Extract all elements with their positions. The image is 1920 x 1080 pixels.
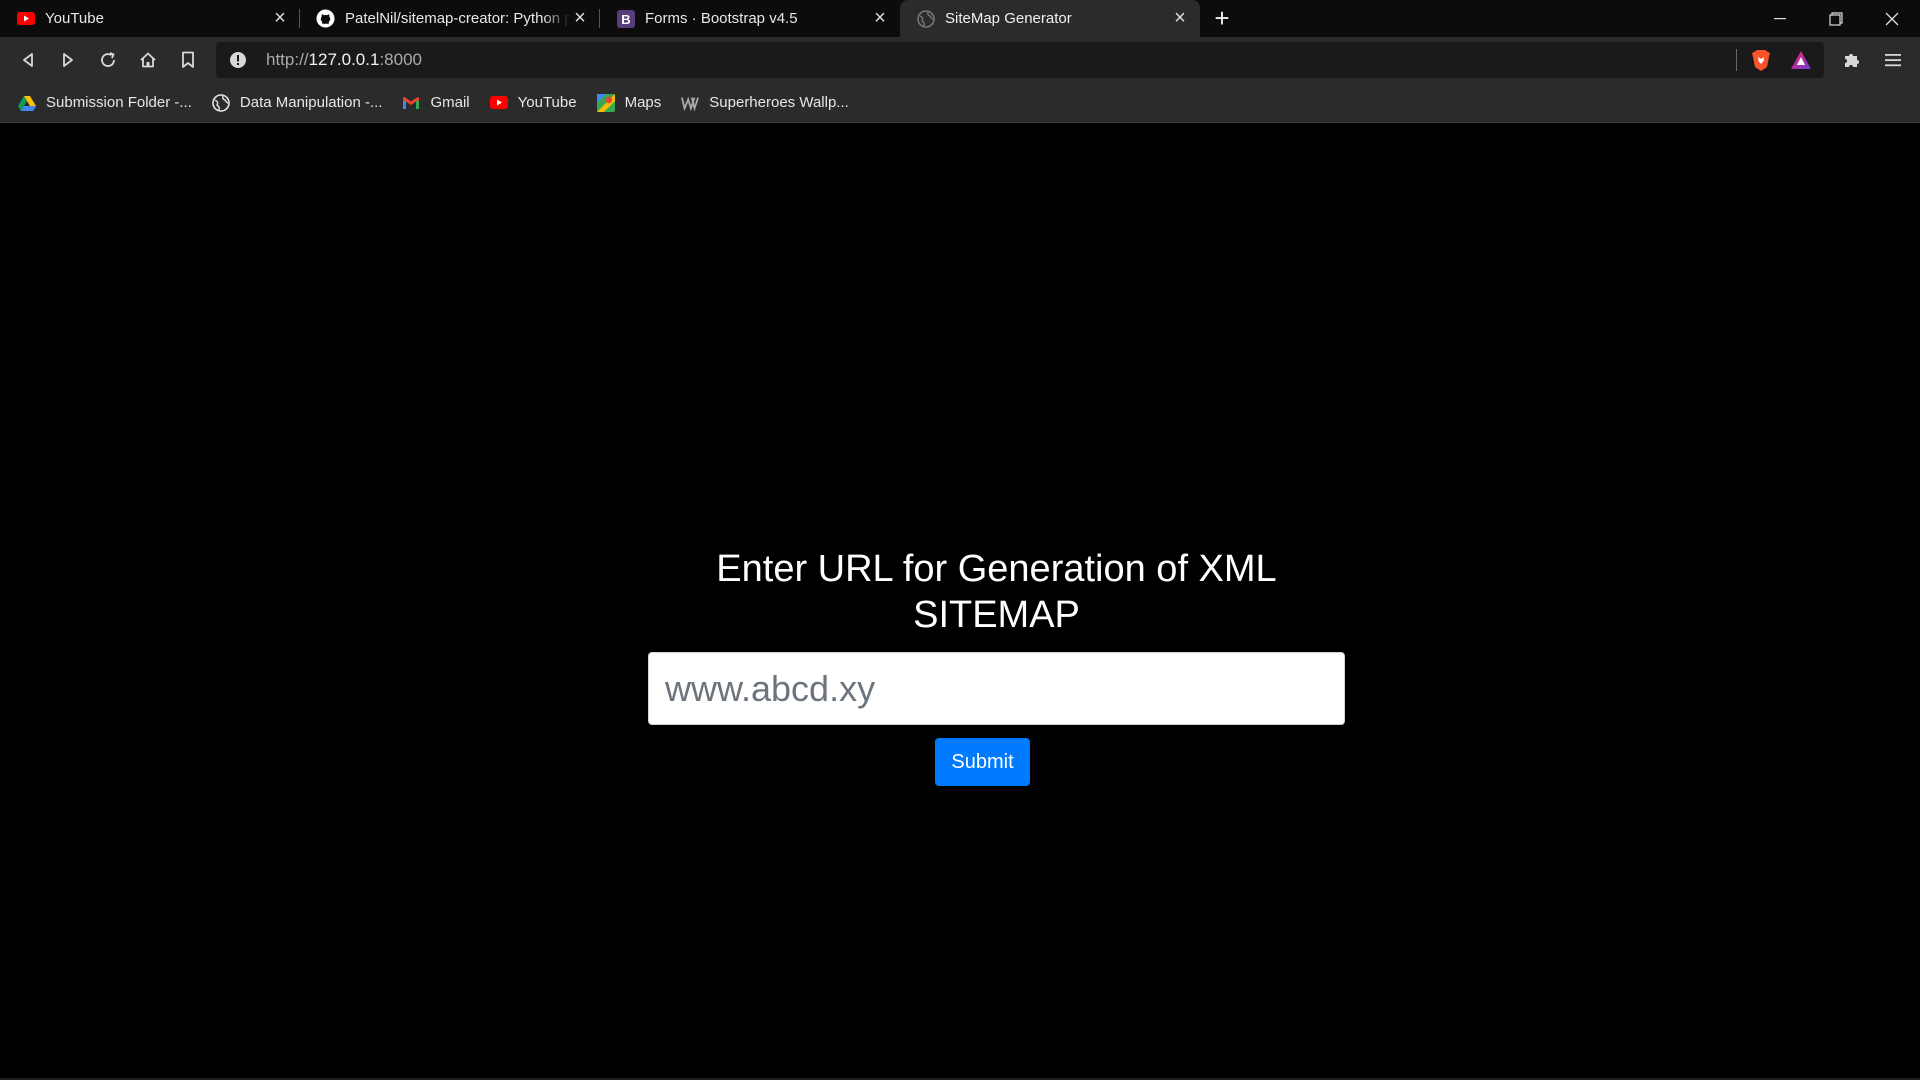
tab-title: SiteMap Generator bbox=[945, 10, 1072, 27]
sitemap-form: Enter URL for Generation of XML SITEMAP … bbox=[648, 547, 1345, 787]
bookmark-label: Data Manipulation -... bbox=[239, 94, 383, 111]
google-drive-icon bbox=[18, 94, 36, 112]
tab-title: YouTube bbox=[45, 10, 104, 27]
close-tab-icon[interactable]: × bbox=[570, 7, 590, 29]
url-host: 127.0.0.1 bbox=[308, 50, 380, 69]
window-controls bbox=[1752, 0, 1920, 37]
bookmark-maps[interactable]: Maps bbox=[596, 93, 662, 112]
github-icon bbox=[316, 9, 335, 28]
youtube-icon bbox=[16, 9, 35, 28]
forward-button[interactable] bbox=[48, 41, 88, 79]
close-tab-icon[interactable]: × bbox=[1170, 7, 1190, 29]
back-icon bbox=[23, 53, 33, 67]
new-tab-button[interactable]: + bbox=[1200, 0, 1244, 37]
bookmark-data-manipulation[interactable]: Data Manipulation -... bbox=[212, 93, 383, 112]
bookmark-label: YouTube bbox=[517, 94, 577, 111]
tab-youtube[interactable]: YouTube × bbox=[0, 0, 300, 37]
brave-shields-icon[interactable] bbox=[1748, 47, 1774, 73]
bookmark-label: Maps bbox=[624, 94, 662, 111]
youtube-icon bbox=[489, 94, 508, 112]
page-title: Enter URL for Generation of XML SITEMAP bbox=[716, 548, 1277, 636]
menu-icon[interactable] bbox=[1880, 47, 1906, 73]
bootstrap-icon: B bbox=[616, 9, 635, 28]
close-tab-icon[interactable]: × bbox=[270, 7, 290, 29]
site-info-icon[interactable] bbox=[226, 51, 250, 69]
url-scheme: http:// bbox=[266, 50, 309, 69]
url-port: :8000 bbox=[379, 50, 422, 69]
restore-icon[interactable] bbox=[1808, 0, 1864, 37]
url-input[interactable] bbox=[648, 652, 1345, 726]
bookmark-label: Superheroes Wallp... bbox=[709, 94, 849, 111]
close-window-icon[interactable] bbox=[1864, 0, 1920, 37]
bookmarks-bar: Submission Folder -... Data Manipulation… bbox=[0, 83, 1920, 123]
page-content: Enter URL for Generation of XML SITEMAP … bbox=[0, 123, 1920, 1080]
bookmark-button[interactable] bbox=[168, 41, 208, 79]
bookmark-label: Gmail bbox=[430, 94, 470, 111]
home-icon bbox=[140, 52, 156, 68]
url-text[interactable]: http://127.0.0.1:8000 bbox=[266, 50, 422, 70]
maps-icon bbox=[596, 93, 615, 112]
tab-title: Forms · Bootstrap v4.5 bbox=[645, 10, 798, 27]
forward-icon bbox=[63, 53, 73, 67]
minimize-icon[interactable] bbox=[1752, 0, 1808, 37]
browser-toolbar: http://127.0.0.1:8000 bbox=[0, 37, 1920, 83]
toolbar-divider bbox=[1736, 49, 1737, 71]
reload-icon bbox=[101, 52, 115, 67]
submit-button[interactable]: Submit bbox=[935, 738, 1030, 787]
home-button[interactable] bbox=[128, 41, 168, 79]
close-tab-icon[interactable]: × bbox=[870, 7, 890, 29]
tab-strip: YouTube × PatelNil/sitemap-creator: Pyth… bbox=[0, 0, 1920, 37]
svg-text:B: B bbox=[621, 12, 630, 27]
extensions-puzzle-icon[interactable] bbox=[1838, 47, 1864, 73]
bookmark-label: Submission Folder -... bbox=[46, 94, 192, 111]
tab-title: PatelNil/sitemap-creator: Python p bbox=[345, 10, 570, 27]
tab-bootstrap[interactable]: B Forms · Bootstrap v4.5 × bbox=[600, 0, 900, 37]
bookmark-icon bbox=[182, 51, 194, 68]
bookmark-submission-folder[interactable]: Submission Folder -... bbox=[18, 94, 192, 112]
address-bar[interactable]: http://127.0.0.1:8000 bbox=[216, 42, 1824, 78]
brave-rewards-icon[interactable] bbox=[1788, 47, 1814, 73]
tab-github[interactable]: PatelNil/sitemap-creator: Python p × bbox=[300, 0, 600, 37]
tab-sitemap-generator[interactable]: SiteMap Generator × bbox=[900, 0, 1200, 37]
reload-button[interactable] bbox=[88, 41, 128, 79]
gmail-icon bbox=[402, 94, 420, 112]
bookmark-superheroes-wallpapers[interactable]: Superheroes Wallp... bbox=[681, 94, 849, 112]
wallpaper-icon bbox=[681, 94, 700, 112]
bookmark-gmail[interactable]: Gmail bbox=[402, 94, 470, 112]
bookmark-youtube[interactable]: YouTube bbox=[489, 94, 577, 112]
globe-icon bbox=[916, 9, 935, 28]
globe-icon bbox=[212, 93, 230, 112]
back-button[interactable] bbox=[8, 41, 48, 79]
